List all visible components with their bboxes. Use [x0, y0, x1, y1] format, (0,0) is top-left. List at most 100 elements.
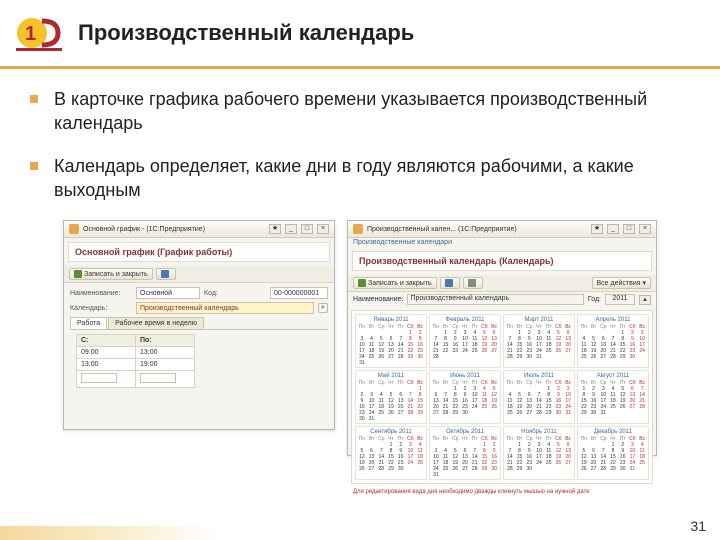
month: Июль 2011ПнВтСрЧтПтСбВс 1234567891011121…: [503, 370, 575, 424]
calendar-day[interactable]: 30: [396, 466, 406, 472]
lookup-button[interactable]: ⌕: [318, 303, 328, 313]
calendar-day[interactable]: 31: [534, 354, 544, 360]
calendar-day[interactable]: 29: [450, 410, 460, 416]
favorite-button[interactable]: ★: [591, 224, 603, 234]
month: Май 2011ПнВтСрЧтПтСбВс 12345678910111213…: [355, 370, 427, 424]
calendar-day[interactable]: 25: [579, 354, 589, 360]
year-bar: Наименование: Производственный календарь…: [348, 292, 656, 307]
calendar-day[interactable]: 27: [589, 466, 599, 472]
cell-from[interactable]: 13:00: [77, 359, 136, 371]
minimize-button[interactable]: _: [285, 224, 297, 234]
maximize-button[interactable]: □: [623, 224, 635, 234]
cell-from[interactable]: [77, 371, 136, 388]
save-and-close-button[interactable]: Записать и закрыть: [69, 268, 153, 280]
maximize-button[interactable]: □: [301, 224, 313, 234]
calendar-day[interactable]: 28: [534, 410, 544, 416]
tab-work[interactable]: Работа: [70, 317, 107, 329]
month-name: Октябрь 2011: [431, 428, 499, 436]
calendar-day[interactable]: 28: [505, 354, 515, 360]
calendar-day[interactable]: 30: [460, 410, 470, 416]
month-name: Сентябрь 2011: [357, 428, 425, 436]
name-field[interactable]: Основной график: [136, 287, 200, 299]
calendar-day[interactable]: 31: [628, 466, 638, 472]
calendar-day[interactable]: 25: [505, 410, 515, 416]
calendar-day[interactable]: 28: [598, 466, 608, 472]
toolbar: Записать и закрыть: [64, 266, 334, 283]
schedule-table: С:По: 09:0013:00 13:0019:00: [76, 334, 195, 388]
month: Март 2011ПнВтСрЧтПтСбВс 1234567891011121…: [503, 314, 575, 368]
calendar-day[interactable]: 31: [563, 410, 573, 416]
calendar-day[interactable]: 28: [441, 410, 451, 416]
calendar-day[interactable]: 27: [431, 410, 441, 416]
print-button[interactable]: [463, 277, 483, 289]
cell-from[interactable]: 09:00: [77, 347, 136, 359]
slide-header: 1 Производственный календарь: [0, 0, 720, 69]
cell-to[interactable]: [136, 371, 195, 388]
calendar-day[interactable]: 30: [628, 354, 638, 360]
bullet-text: Календарь определяет, какие дни в году я…: [54, 154, 690, 203]
cell-to[interactable]: 19:00: [136, 359, 195, 371]
month-name: Декабрь 2011: [579, 428, 647, 436]
calendar-day[interactable]: 30: [589, 410, 599, 416]
actions-button[interactable]: Все действия ▾: [592, 277, 651, 289]
calendar-day[interactable]: 27: [598, 354, 608, 360]
calendar-day[interactable]: 29: [515, 466, 525, 472]
calendar-day[interactable]: 30: [618, 466, 628, 472]
col-to: По:: [136, 335, 195, 347]
table-row: 13:0019:00: [77, 359, 195, 371]
slide-title: Производственный календарь: [78, 20, 414, 46]
calendar-day[interactable]: 28: [431, 354, 441, 360]
bullet-text: В карточке графика рабочего времени указ…: [54, 87, 690, 136]
month: Октябрь 2011ПнВтСрЧтПтСбВс 1234567891011…: [429, 426, 501, 480]
calendar-day[interactable]: 27: [524, 410, 534, 416]
calendar-day[interactable]: 27: [367, 466, 377, 472]
calendar-day[interactable]: 30: [524, 466, 534, 472]
calendar-day[interactable]: 29: [544, 410, 554, 416]
calendar-day[interactable]: 29: [386, 466, 396, 472]
month-name: Ноябрь 2011: [505, 428, 573, 436]
calendar-day[interactable]: 29: [618, 354, 628, 360]
tab-weektime[interactable]: Рабочее время в неделю: [108, 317, 204, 329]
calendar-day[interactable]: 26: [515, 410, 525, 416]
month-name: Май 2011: [357, 372, 425, 380]
calendar-day[interactable]: 29: [579, 410, 589, 416]
calendar-day[interactable]: 30: [554, 410, 564, 416]
close-button[interactable]: ×: [639, 224, 651, 234]
calendar-day[interactable]: 30: [524, 354, 534, 360]
bullet-item: В карточке графика рабочего времени указ…: [30, 87, 690, 136]
breadcrumb[interactable]: Производственные календари: [348, 238, 656, 247]
save-button[interactable]: [156, 268, 176, 280]
code-field[interactable]: 00-000000001: [270, 287, 328, 299]
calendar-day[interactable]: 29: [608, 466, 618, 472]
name-label: Наименование:: [353, 296, 403, 303]
footer-hint: Для редактирования вида дня необходимо д…: [348, 487, 656, 497]
calendar-day[interactable]: 26: [589, 354, 599, 360]
save-and-close-button[interactable]: Записать и закрыть: [353, 277, 437, 289]
slide-body: В карточке графика рабочего времени указ…: [0, 69, 720, 474]
col-from: С:: [77, 335, 136, 347]
name-field[interactable]: Производственный календарь: [407, 294, 583, 305]
minimize-button[interactable]: _: [607, 224, 619, 234]
cell-to[interactable]: 13:00: [136, 347, 195, 359]
calendar-day[interactable]: 26: [357, 466, 367, 472]
year-field[interactable]: 2011: [605, 294, 635, 305]
year-spinner[interactable]: ▴: [639, 295, 651, 305]
calendar-day[interactable]: 28: [376, 466, 386, 472]
month: Апрель 2011ПнВтСрЧтПтСбВс 12345678910111…: [577, 314, 649, 368]
calendar-day[interactable]: 30: [357, 416, 367, 422]
calendar-day[interactable]: 28: [505, 466, 515, 472]
month: Июнь 2011ПнВтСрЧтПтСбВс 1234567891011121…: [429, 370, 501, 424]
calendar-day[interactable]: 31: [367, 416, 377, 422]
calendar-day[interactable]: 29: [515, 354, 525, 360]
calendar-day[interactable]: 31: [431, 472, 441, 478]
calendar-day[interactable]: 31: [357, 360, 367, 366]
calendar-day[interactable]: 26: [579, 466, 589, 472]
calendar-field[interactable]: Производственный календарь: [136, 302, 314, 314]
save-button[interactable]: [440, 277, 460, 289]
calendar-day[interactable]: 28: [608, 354, 618, 360]
favorite-button[interactable]: ★: [269, 224, 281, 234]
calendar-day[interactable]: 31: [598, 410, 608, 416]
decorative-band: [0, 526, 220, 540]
month: Сентябрь 2011ПнВтСрЧтПтСбВс 123456789101…: [355, 426, 427, 480]
close-button[interactable]: ×: [317, 224, 329, 234]
